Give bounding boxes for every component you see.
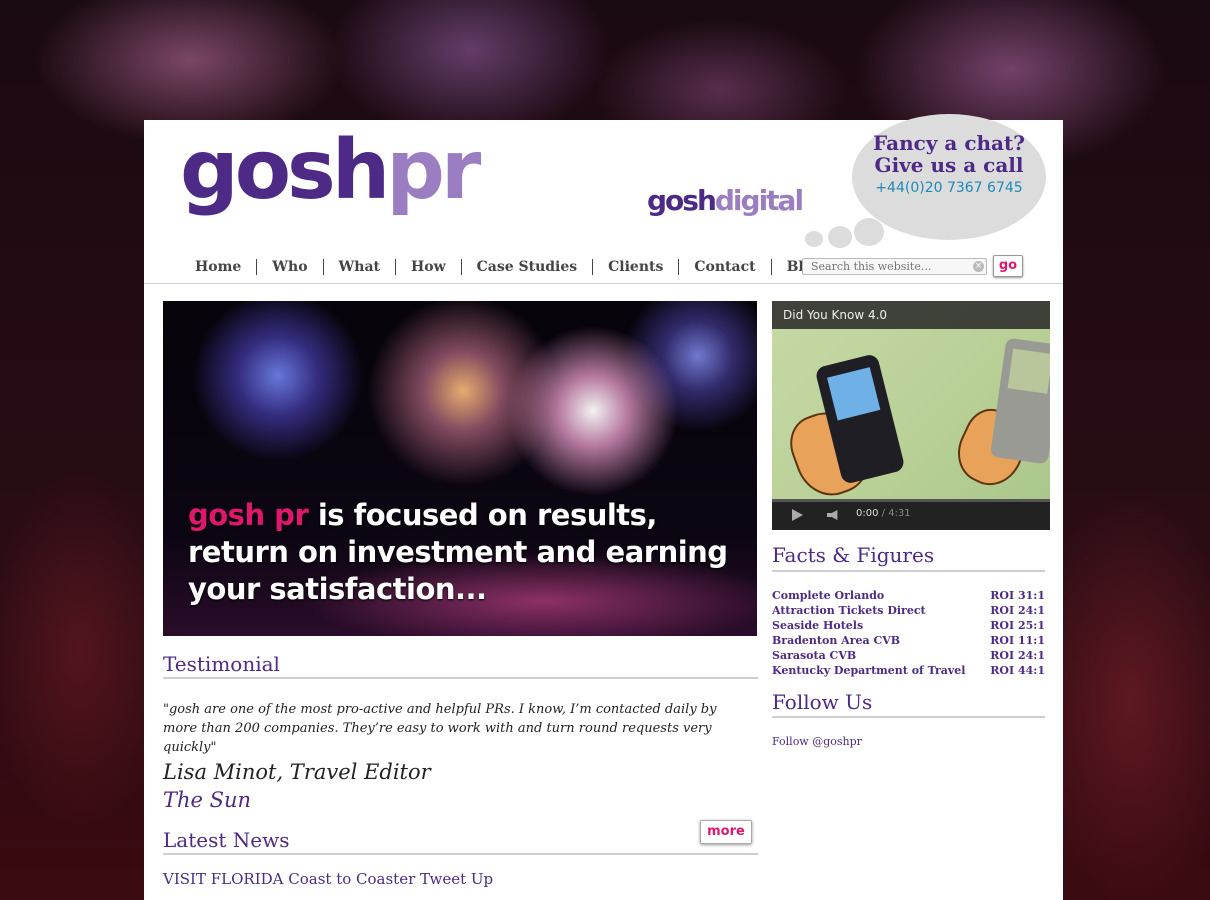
- hero-tagline: gosh pr is focused on results, return on…: [188, 497, 728, 608]
- news-rule: [163, 853, 758, 855]
- speech-dot-medium: [828, 226, 852, 248]
- gosh-digital-logo[interactable]: goshdigital: [647, 184, 804, 217]
- hero-line1-rest: is focused on results,: [308, 498, 658, 532]
- follow-twitter-link[interactable]: Follow @goshpr: [772, 735, 862, 748]
- fact-client: Complete Orlando: [772, 589, 885, 602]
- fact-row: Bradenton Area CVB ROI 11:1: [772, 633, 1045, 648]
- video-player[interactable]: Did You Know 4.0 0:00 / 4:31: [772, 301, 1050, 530]
- digital-part-digital: digital: [714, 184, 804, 217]
- testimonial-heading: Testimonial: [163, 652, 280, 676]
- search-input[interactable]: [802, 258, 987, 275]
- testimonial-publication: The Sun: [163, 788, 252, 812]
- hero-line-1: gosh pr is focused on results,: [188, 497, 728, 534]
- fact-roi: ROI 25:1: [990, 619, 1045, 632]
- hero-line-3: your satisfaction...: [188, 572, 487, 606]
- video-time-current: 0:00: [856, 508, 879, 519]
- follow-rule: [772, 716, 1045, 718]
- fact-roi: ROI 31:1: [990, 589, 1045, 602]
- main-nav: Home Who What How Case Studies Clients C…: [180, 256, 838, 278]
- fact-client: Sarasota CVB: [772, 649, 857, 662]
- logo-part-pr: pr: [386, 123, 481, 218]
- fact-row: Seaside Hotels ROI 25:1: [772, 618, 1045, 633]
- facts-list: Complete Orlando ROI 31:1 Attraction Tick…: [772, 588, 1045, 678]
- more-news-button[interactable]: more: [700, 820, 752, 844]
- fact-roi: ROI 44:1: [990, 664, 1045, 677]
- nav-how[interactable]: How: [396, 259, 461, 275]
- hero-line-2: return on investment and earning: [188, 535, 728, 569]
- phone-illustration-right: [989, 337, 1050, 465]
- logo-part-gosh: gosh: [180, 123, 390, 218]
- news-item-link[interactable]: VISIT FLORIDA Coast to Coaster Tweet Up: [163, 870, 493, 888]
- gosh-pr-logo[interactable]: goshpr: [180, 130, 481, 212]
- video-time-total: / 4:31: [881, 508, 911, 519]
- facts-heading: Facts & Figures: [772, 543, 935, 567]
- phone-screen: [827, 367, 881, 421]
- video-controls: 0:00 / 4:31: [772, 499, 1050, 530]
- fact-client: Kentucky Department of Travel: [772, 664, 966, 677]
- hero-brand: gosh pr: [188, 498, 309, 532]
- contact-speech-bubble: Fancy a chat? Give us a call +44(0)20 73…: [852, 114, 1046, 240]
- facts-rule: [772, 570, 1045, 572]
- volume-icon[interactable]: [827, 510, 838, 520]
- nav-who[interactable]: Who: [257, 259, 322, 275]
- play-icon[interactable]: [792, 509, 803, 521]
- nav-what[interactable]: What: [324, 259, 395, 275]
- testimonial-quote: "gosh are one of the most pro-active and…: [163, 702, 717, 755]
- search-go-button[interactable]: go: [993, 255, 1023, 277]
- fact-client: Bradenton Area CVB: [772, 634, 901, 647]
- news-heading: Latest News: [163, 828, 290, 852]
- fact-row: Complete Orlando ROI 31:1: [772, 588, 1045, 603]
- fact-roi: ROI 11:1: [990, 634, 1045, 647]
- fact-roi: ROI 24:1: [990, 604, 1045, 617]
- hero-banner: gosh pr is focused on results, return on…: [163, 301, 757, 636]
- digital-part-gosh: gosh: [647, 184, 717, 217]
- testimonial-rule: [163, 677, 758, 679]
- phone-number[interactable]: +44(0)20 7367 6745: [852, 180, 1046, 196]
- fact-row: Sarasota CVB ROI 24:1: [772, 648, 1045, 663]
- speech-dot-small: [805, 231, 823, 247]
- cta-line2: Give us a call: [874, 153, 1024, 177]
- cta-line1: Fancy a chat?: [873, 131, 1025, 155]
- fact-row: Attraction Tickets Direct ROI 24:1: [772, 603, 1045, 618]
- nav-contact[interactable]: Contact: [679, 259, 770, 275]
- clear-icon[interactable]: ×: [973, 261, 984, 272]
- video-time: 0:00 / 4:31: [856, 508, 911, 519]
- fact-roi: ROI 24:1: [990, 649, 1045, 662]
- fact-client: Attraction Tickets Direct: [772, 604, 926, 617]
- page-container: goshpr goshdigital Fancy a chat? Give us…: [144, 114, 1063, 900]
- speech-dot-large: [854, 218, 884, 246]
- nav-home[interactable]: Home: [180, 259, 256, 275]
- fact-client: Seaside Hotels: [772, 619, 864, 632]
- follow-heading: Follow Us: [772, 690, 873, 714]
- video-progress-bar[interactable]: [772, 499, 1050, 502]
- phone-screen: [1007, 348, 1050, 394]
- testimonial-author: Lisa Minot, Travel Editor: [163, 760, 431, 784]
- fact-row: Kentucky Department of Travel ROI 44:1: [772, 663, 1045, 678]
- nav-clients[interactable]: Clients: [593, 259, 678, 275]
- header-divider: [144, 283, 1063, 284]
- video-title: Did You Know 4.0: [772, 301, 1050, 329]
- nav-case-studies[interactable]: Case Studies: [462, 259, 593, 275]
